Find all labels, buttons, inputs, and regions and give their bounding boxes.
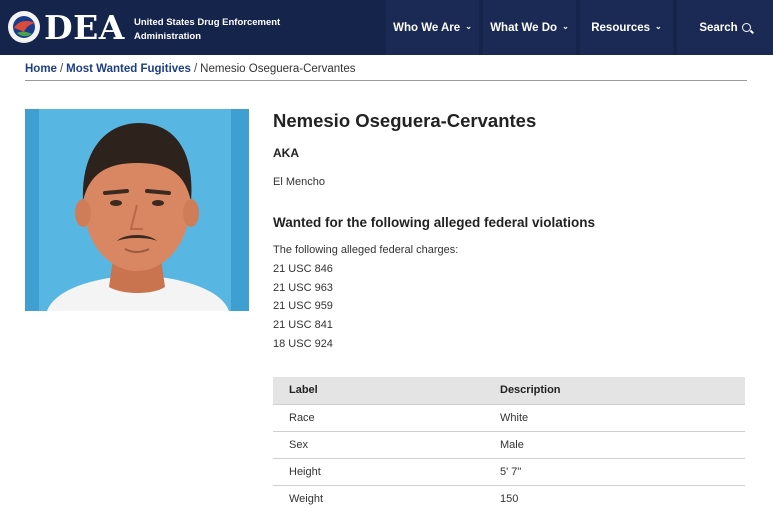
fugitive-photo bbox=[25, 109, 249, 311]
row-label: Height bbox=[273, 457, 500, 485]
charge-item: 21 USC 846 bbox=[273, 263, 333, 275]
column-header-label: Label bbox=[273, 377, 500, 404]
violations-heading: Wanted for the following alleged federal… bbox=[273, 215, 596, 230]
table-row: Height 5' 7" bbox=[273, 457, 745, 485]
table-row: Sex Male bbox=[273, 430, 745, 458]
row-label: Sex bbox=[273, 430, 500, 458]
column-header-description: Description bbox=[500, 377, 745, 404]
row-label: Weight bbox=[273, 484, 500, 509]
nav-label: Who We Are bbox=[393, 21, 461, 34]
agency-name-line2: Administration bbox=[134, 31, 202, 42]
description-table: Label Description Race White Sex Male He… bbox=[273, 377, 745, 509]
breadcrumb-divider bbox=[25, 80, 747, 81]
nav-label: What We Do bbox=[490, 21, 558, 34]
row-value: 150 bbox=[500, 484, 745, 509]
table-header-row: Label Description bbox=[273, 377, 745, 404]
brand-logo[interactable]: DEA bbox=[44, 8, 125, 48]
row-value: White bbox=[500, 403, 745, 431]
nav-label: Search bbox=[699, 21, 738, 34]
charge-item: 21 USC 959 bbox=[273, 300, 333, 313]
aka-heading: AKA bbox=[273, 146, 299, 160]
nav-search[interactable]: Search bbox=[677, 0, 773, 55]
chevron-down-icon: ⌄ bbox=[655, 22, 662, 31]
nav-what-we-do[interactable]: What We Do ⌄ bbox=[483, 0, 576, 55]
agency-name-line1: United States Drug Enforcement bbox=[134, 17, 281, 28]
breadcrumb-separator: / bbox=[193, 63, 198, 75]
breadcrumb-section-link[interactable]: Most Wanted Fugitives bbox=[66, 63, 191, 75]
agency-name: United States Drug Enforcement Administr… bbox=[134, 16, 304, 44]
breadcrumb-current: Nemesio Oseguera-Cervantes bbox=[200, 63, 356, 75]
breadcrumb: Home / Most Wanted Fugitives / Nemesio Osegu… bbox=[25, 63, 356, 75]
chevron-down-icon: ⌄ bbox=[465, 22, 472, 31]
charge-item: 18 USC 924 bbox=[273, 337, 333, 350]
dea-seal-icon[interactable] bbox=[8, 11, 40, 43]
charge-item: 21 USC 841 bbox=[273, 319, 333, 332]
charges-list: 21 USC 846 21 USC 963 21 USC 959 21 USC … bbox=[273, 263, 333, 356]
fugitive-name: Nemesio Oseguera-Cervantes bbox=[273, 110, 537, 131]
table-row: Race White bbox=[273, 403, 745, 431]
breadcrumb-separator: / bbox=[59, 63, 64, 75]
row-label: Race bbox=[273, 403, 500, 431]
search-icon bbox=[741, 23, 751, 32]
site-header: DEA United States Drug Enforcement Admin… bbox=[0, 0, 773, 55]
nav-who-we-are[interactable]: Who We Are ⌄ bbox=[386, 0, 479, 55]
row-value: Male bbox=[500, 430, 745, 458]
row-value: 5' 7" bbox=[500, 457, 745, 485]
aka-value: El Mencho bbox=[273, 176, 325, 188]
breadcrumb-home-link[interactable]: Home bbox=[25, 63, 57, 75]
nav-label: Resources bbox=[591, 21, 651, 34]
chevron-down-icon: ⌄ bbox=[562, 22, 569, 31]
charges-intro: The following alleged federal charges: bbox=[273, 244, 459, 256]
charge-item: 21 USC 963 bbox=[273, 281, 333, 294]
nav-resources[interactable]: Resources ⌄ bbox=[580, 0, 673, 55]
table-row: Weight 150 bbox=[273, 484, 745, 509]
